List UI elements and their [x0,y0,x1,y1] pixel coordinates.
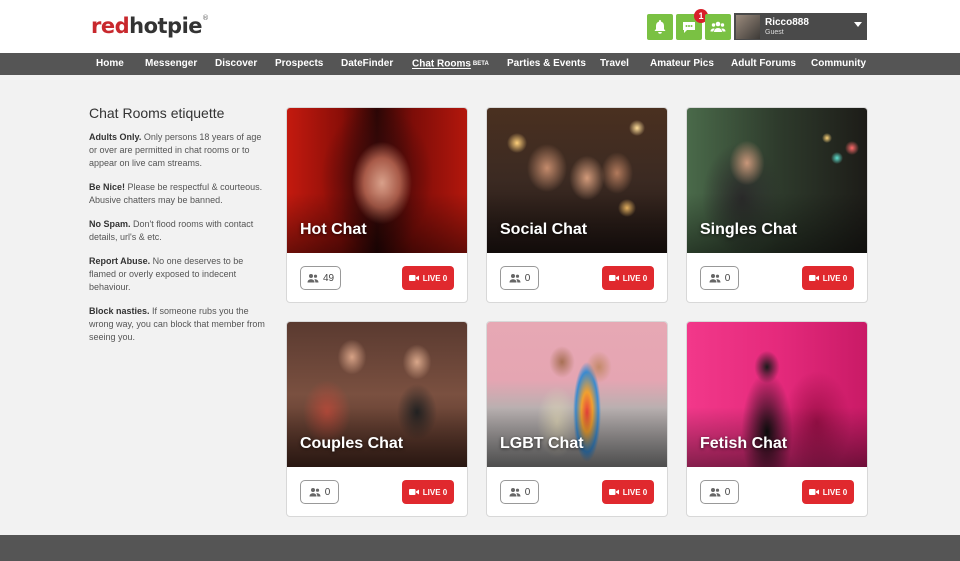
live-cams-button[interactable]: LIVE 0 [802,266,854,290]
chat-icon [683,22,695,33]
video-camera-icon [408,275,419,281]
video-camera-icon [808,489,819,495]
users-count: 0 [724,486,731,498]
video-camera-icon [408,489,419,495]
main-nav: Home Messenger Discover Prospects DateFi… [0,53,960,75]
users-count-button[interactable]: 0 [500,266,539,290]
room-title: Hot Chat [300,221,367,238]
nav-chat-rooms[interactable]: Chat Rooms BETA [412,53,489,75]
video-camera-icon [608,275,619,281]
video-camera-icon [608,489,619,495]
notifications-button[interactable] [647,14,673,40]
live-count: LIVE 0 [622,487,648,497]
room-title: Fetish Chat [700,435,788,452]
rule-report-abuse: Report Abuse. No one deserves to be flam… [89,256,244,292]
friends-button[interactable] [705,14,731,40]
users-icon [307,274,319,283]
messages-button[interactable]: 1 [676,9,708,40]
group-icon [710,21,726,32]
live-cams-button[interactable]: LIVE 0 [602,480,654,504]
room-card-hot-chat[interactable]: Hot Chat 49 LIVE 0 [286,107,468,303]
logo-mark: ® [202,14,209,22]
nav-parties-events[interactable]: Parties & Events [507,53,586,75]
users-count: 0 [524,486,531,498]
redhotpie-logo[interactable]: redhotpie® [91,14,209,38]
nav-travel[interactable]: Travel [600,53,629,75]
nav-amateur-pics[interactable]: Amateur Pics [650,53,714,75]
users-count-button[interactable]: 49 [300,266,342,290]
users-icon [509,488,521,497]
room-card-singles-chat[interactable]: Singles Chat 0 LIVE 0 [686,107,868,303]
users-count: 0 [524,272,531,284]
users-icon [509,274,521,283]
live-count: LIVE 0 [422,487,448,497]
live-count: LIVE 0 [422,273,448,283]
room-title: Social Chat [500,221,588,238]
bell-icon [654,20,666,34]
room-card-fetish-chat[interactable]: Fetish Chat 0 LIVE 0 [686,321,868,517]
beta-tag: BETA [472,61,489,67]
rule-no-spam: No Spam. Don't flood rooms with contact … [89,219,254,242]
room-card-social-chat[interactable]: Social Chat 0 LIVE 0 [486,107,668,303]
live-count: LIVE 0 [822,487,848,497]
users-count-button[interactable]: 0 [300,480,339,504]
etiquette-panel: Chat Rooms etiquette Adults Only. Only p… [89,105,271,355]
nav-community[interactable]: Community [811,53,866,75]
users-count: 49 [323,272,335,284]
room-title: Couples Chat [300,435,404,452]
live-count: LIVE 0 [622,273,648,283]
logo-text-red: red [91,14,130,38]
top-header: redhotpie® 1 Ricco888 Guest [0,0,960,53]
live-cams-button[interactable]: LIVE 0 [802,480,854,504]
users-count-button[interactable]: 0 [700,266,739,290]
video-camera-icon [808,275,819,281]
footer-bar [0,535,960,561]
users-count: 0 [724,272,731,284]
user-name: Ricco888 [765,16,809,28]
users-icon [309,488,321,497]
nav-datefinder[interactable]: DateFinder [341,53,393,75]
nav-discover[interactable]: Discover [215,53,257,75]
etiquette-title: Chat Rooms etiquette [89,105,225,121]
users-count-button[interactable]: 0 [500,480,539,504]
room-title: LGBT Chat [500,435,584,452]
users-count-button[interactable]: 0 [700,480,739,504]
nav-prospects[interactable]: Prospects [275,53,323,75]
live-cams-button[interactable]: LIVE 0 [602,266,654,290]
live-cams-button[interactable]: LIVE 0 [402,480,454,504]
room-card-lgbt-chat[interactable]: LGBT Chat 0 LIVE 0 [486,321,668,517]
rule-block-nasties: Block nasties. If someone rubs you the w… [89,306,265,342]
rule-be-nice: Be Nice! Please be respectful & courteou… [89,182,263,205]
room-title: Singles Chat [700,221,797,238]
live-cams-button[interactable]: LIVE 0 [402,266,454,290]
avatar [736,14,760,39]
users-icon [709,488,721,497]
users-icon [709,274,721,283]
users-count: 0 [324,486,331,498]
live-count: LIVE 0 [822,273,848,283]
user-menu[interactable]: Ricco888 Guest [734,13,867,40]
chevron-down-icon [854,22,862,27]
rule-adults-only: Adults Only. Only persons 18 years of ag… [89,132,262,168]
nav-messenger[interactable]: Messenger [145,53,197,75]
user-role: Guest [765,28,784,36]
nav-home[interactable]: Home [96,53,124,75]
logo-text-dark: hotpie [129,14,203,38]
nav-adult-forums[interactable]: Adult Forums [731,53,796,75]
room-card-couples-chat[interactable]: Couples Chat 0 LIVE 0 [286,321,468,517]
